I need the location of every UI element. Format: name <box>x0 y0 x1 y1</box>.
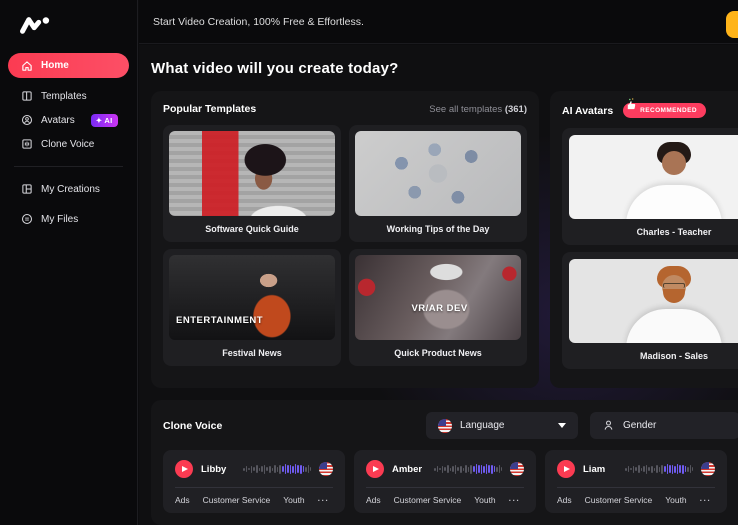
sidebar-item-clone-voice[interactable]: Clone Voice <box>0 132 137 156</box>
us-flag-icon <box>319 462 333 476</box>
sidebar-item-label: Avatars <box>41 115 75 126</box>
us-flag-icon <box>510 462 524 476</box>
page-title: What video will you create today? <box>151 60 738 77</box>
thumbnail-overlay-text: VR/AR DEV <box>411 303 467 314</box>
voice-card-libby[interactable]: Libby Ads Customer Service Youth ··· <box>163 450 345 513</box>
avatar-photo <box>569 135 738 219</box>
template-card-software-quick-guide[interactable]: Software Quick Guide <box>163 125 341 242</box>
sidebar-item-avatars[interactable]: Avatars ✦ AI <box>0 108 137 132</box>
sidebar-item-my-files[interactable]: My Files <box>0 207 137 231</box>
avatar-card-charles[interactable]: Charles - Teacher <box>562 128 738 245</box>
top-bar: Start Video Creation, 100% Free & Effort… <box>139 0 738 44</box>
template-thumbnail <box>355 131 521 216</box>
play-button[interactable] <box>557 460 575 478</box>
divider <box>366 487 524 488</box>
template-card-quick-product-news[interactable]: VR/AR DEV Quick Product News <box>349 249 527 366</box>
my-files-icon <box>20 213 33 226</box>
more-tags-button[interactable]: ··· <box>700 495 712 505</box>
avatars-icon <box>20 114 33 127</box>
ai-avatars-panel: AI Avatars RECOMMENDED Charles - Teach <box>550 91 738 388</box>
gender-filter-label: Gender <box>623 420 656 431</box>
voice-name: Liam <box>583 464 617 475</box>
sidebar-item-label: Clone Voice <box>41 139 94 150</box>
promo-text: Start Video Creation, 100% Free & Effort… <box>153 16 364 28</box>
ai-avatars-title: AI Avatars <box>562 105 613 117</box>
play-button[interactable] <box>366 460 384 478</box>
divider <box>175 487 333 488</box>
template-thumbnail: ENTERTAINMENT <box>169 255 335 340</box>
create-cta-button[interactable] <box>726 11 738 38</box>
audio-waveform <box>625 462 693 476</box>
voice-tag: Ads <box>366 495 381 505</box>
voice-tag: Ads <box>557 495 572 505</box>
language-filter-label: Language <box>460 420 505 431</box>
us-flag-icon <box>438 419 452 433</box>
thumbs-up-icon <box>625 98 638 111</box>
sidebar-item-label: Home <box>41 60 69 71</box>
template-label: Working Tips of the Day <box>355 216 521 241</box>
avatar-label: Charles - Teacher <box>569 219 738 245</box>
template-thumbnail: VR/AR DEV <box>355 255 521 340</box>
avatar-card-madison[interactable]: Madison - Sales <box>562 252 738 369</box>
voice-tag: Youth <box>665 495 686 505</box>
thumbnail-overlay-text: ENTERTAINMENT <box>176 315 263 326</box>
sidebar-item-label: My Files <box>41 214 78 225</box>
template-thumbnail <box>169 131 335 216</box>
recommended-badge: RECOMMENDED <box>623 103 706 118</box>
main-content: What video will you create today? Popula… <box>139 45 738 525</box>
sidebar-item-templates[interactable]: Templates <box>0 84 137 108</box>
audio-waveform <box>434 462 502 476</box>
voice-tag: Youth <box>474 495 495 505</box>
templates-icon <box>20 90 33 103</box>
voice-name: Amber <box>392 464 426 475</box>
ai-badge: ✦ AI <box>91 114 118 127</box>
gender-filter-dropdown[interactable]: Gender <box>590 412 738 439</box>
template-label: Festival News <box>169 340 335 365</box>
sidebar-divider <box>14 166 123 167</box>
audio-waveform <box>243 462 311 476</box>
play-button[interactable] <box>175 460 193 478</box>
voice-tag: Customer Service <box>585 495 653 505</box>
voice-tag: Customer Service <box>394 495 462 505</box>
popular-templates-panel: Popular Templates See all templates (361… <box>151 91 539 388</box>
home-icon <box>20 59 33 72</box>
sidebar-item-my-creations[interactable]: My Creations <box>0 177 137 201</box>
chevron-down-icon <box>558 423 566 428</box>
template-label: Software Quick Guide <box>169 216 335 241</box>
clone-voice-title: Clone Voice <box>163 420 222 432</box>
template-card-festival-news[interactable]: ENTERTAINMENT Festival News <box>163 249 341 366</box>
voice-tag: Customer Service <box>203 495 271 505</box>
template-card-working-tips[interactable]: Working Tips of the Day <box>349 125 527 242</box>
app-logo[interactable] <box>18 13 54 37</box>
clone-voice-icon <box>20 138 33 151</box>
glasses <box>663 283 685 288</box>
more-tags-button[interactable]: ··· <box>318 495 330 505</box>
voice-card-liam[interactable]: Liam Ads Customer Service Youth ··· <box>545 450 727 513</box>
avatar-label: Madison - Sales <box>569 343 738 369</box>
voice-tag: Youth <box>283 495 304 505</box>
divider <box>557 487 715 488</box>
popular-templates-title: Popular Templates <box>163 103 256 115</box>
sidebar-item-label: My Creations <box>41 184 100 195</box>
templates-count: (361) <box>505 104 527 115</box>
sidebar: Home Templates Avatars ✦ AI Clone Voice <box>0 0 138 525</box>
us-flag-icon <box>701 462 715 476</box>
voice-name: Libby <box>201 464 235 475</box>
see-all-templates-link[interactable]: See all templates (361) <box>429 104 527 115</box>
avatar-photo <box>569 259 738 343</box>
sidebar-item-home[interactable]: Home <box>8 53 129 78</box>
template-label: Quick Product News <box>355 340 521 365</box>
clone-voice-panel: Clone Voice Language Gender Libby <box>151 400 738 525</box>
person-icon <box>602 419 615 432</box>
voice-tag: Ads <box>175 495 190 505</box>
sidebar-nav: Home Templates Avatars ✦ AI Clone Voice <box>0 53 137 231</box>
sidebar-item-label: Templates <box>41 91 87 102</box>
language-filter-dropdown[interactable]: Language <box>426 412 578 439</box>
more-tags-button[interactable]: ··· <box>509 495 521 505</box>
voice-card-amber[interactable]: Amber Ads Customer Service Youth ··· <box>354 450 536 513</box>
my-creations-icon <box>20 183 33 196</box>
